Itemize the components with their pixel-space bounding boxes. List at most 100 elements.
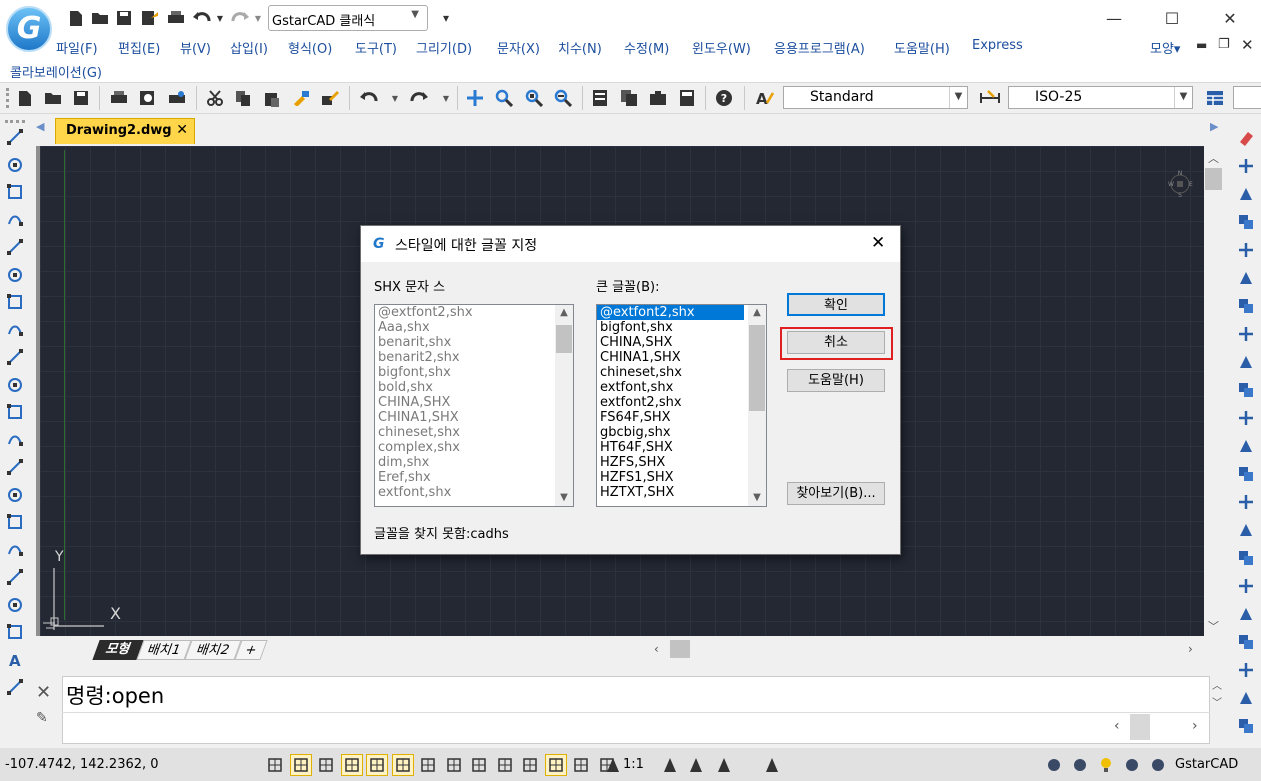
menu-item-10[interactable]: 윈도우(W) <box>692 38 751 57</box>
menu-item-7[interactable]: 문자(X) <box>497 38 540 57</box>
menu-item-9[interactable]: 수정(M) <box>624 38 669 57</box>
properties-icon[interactable] <box>590 88 610 108</box>
annotation-scale[interactable]: 1:1 <box>623 757 644 772</box>
command-scroll-up-icon[interactable]: ︿ <box>1212 677 1222 692</box>
big-font-item[interactable]: HZFS,SHX <box>597 455 766 470</box>
big-font-item[interactable]: extfont,shx <box>597 380 766 395</box>
big-font-list[interactable]: @extfont2,shx bigfont,shx CHINA,SHX CHINA1,… <box>596 304 767 507</box>
shx-font-item[interactable]: dim,shx <box>375 455 573 470</box>
spline-icon[interactable] <box>5 347 25 367</box>
ortho-icon[interactable] <box>315 754 337 776</box>
isolate-objects-icon[interactable] <box>1122 755 1142 775</box>
horizontal-scroll-thumb[interactable] <box>670 640 690 658</box>
lock-ui-icon[interactable] <box>762 755 782 775</box>
ellipse-icon[interactable] <box>5 375 25 395</box>
construction-line-icon[interactable] <box>5 155 25 175</box>
line-icon[interactable] <box>5 127 25 147</box>
draw-order-icon[interactable] <box>1236 604 1256 624</box>
help-icon[interactable]: ? <box>714 88 734 108</box>
save-icon[interactable] <box>71 88 91 108</box>
close-command-icon[interactable]: ✕ <box>36 682 51 703</box>
shx-list-scrollbar[interactable]: ▲ ▼ <box>555 305 573 506</box>
zoom-previous-icon[interactable] <box>553 88 573 108</box>
document-tab[interactable]: Drawing2.dwg ✕ <box>55 118 195 144</box>
app-logo[interactable]: G <box>6 6 52 52</box>
shx-font-item[interactable]: @extfont2,shx <box>375 305 573 320</box>
help-button[interactable]: 도움말(H) <box>787 369 885 392</box>
shx-font-item[interactable]: benarit,shx <box>375 335 573 350</box>
zoom-window-icon[interactable] <box>524 88 544 108</box>
command-customize-icon[interactable]: ✎ <box>36 710 48 726</box>
join-icon[interactable] <box>1236 492 1256 512</box>
hardware-accel-icon[interactable] <box>1096 755 1116 775</box>
settings-gear-icon[interactable] <box>1044 755 1064 775</box>
explode-icon[interactable] <box>1236 576 1256 596</box>
menu-item-4[interactable]: 형식(O) <box>288 38 332 57</box>
shx-font-list[interactable]: @extfont2,shx Aaa,shx benarit,shx benarit2,… <box>374 304 574 507</box>
redo-dropdown-icon[interactable]: ▼ <box>440 88 452 108</box>
cut-icon[interactable] <box>205 88 225 108</box>
big-font-item[interactable]: chineset,shx <box>597 365 766 380</box>
menu-item-12[interactable]: 도움말(H) <box>894 38 950 57</box>
extend-icon[interactable] <box>1236 408 1256 428</box>
redo-icon[interactable] <box>409 88 429 108</box>
break-icon[interactable] <box>1236 464 1256 484</box>
layout-tab[interactable]: 배치1 <box>136 640 192 660</box>
cancel-button[interactable]: 취소 <box>787 331 885 354</box>
ok-button[interactable]: 확인 <box>787 293 885 316</box>
layout-tab-model[interactable]: 모형 <box>92 640 144 660</box>
command-scroll-down-icon[interactable]: ﹀ <box>1212 694 1222 709</box>
menu-item-11[interactable]: 응용프로그램(A) <box>774 38 865 57</box>
scale-icon[interactable] <box>1236 324 1256 344</box>
move-icon[interactable] <box>1236 268 1256 288</box>
undo-icon[interactable] <box>192 8 212 28</box>
dimension-style-icon[interactable] <box>980 88 1000 108</box>
toolbar-grip[interactable] <box>6 88 9 108</box>
save-icon[interactable] <box>114 8 134 28</box>
rectangle-icon[interactable] <box>5 237 25 257</box>
erase-icon[interactable] <box>1236 128 1256 148</box>
undo-dropdown-icon[interactable]: ▼ <box>389 88 401 108</box>
big-list-thumb[interactable] <box>749 325 765 411</box>
trim-icon[interactable] <box>1236 380 1256 400</box>
osnap-icon[interactable] <box>366 754 388 776</box>
ducs-icon[interactable] <box>417 754 439 776</box>
shx-font-item[interactable]: Eref,shx <box>375 470 573 485</box>
make-block-icon[interactable] <box>5 457 25 477</box>
send-under-icon[interactable] <box>1236 716 1256 736</box>
menu-item-3[interactable]: 삽입(I) <box>230 38 268 57</box>
menu-item-0[interactable]: 파일(F) <box>56 38 98 57</box>
match-properties-icon[interactable] <box>291 88 311 108</box>
3d-osnap-icon[interactable] <box>544 754 567 776</box>
doc-close-button[interactable]: ✕ <box>1241 36 1254 54</box>
open-icon[interactable] <box>43 88 63 108</box>
scroll-right-icon[interactable]: › <box>1188 642 1193 656</box>
lock-icon[interactable] <box>1070 755 1090 775</box>
send-back-icon[interactable] <box>1236 660 1256 680</box>
dialog-close-button[interactable]: ✕ <box>871 233 885 253</box>
block-editor-icon[interactable] <box>320 88 340 108</box>
circle-icon[interactable] <box>5 292 25 312</box>
big-font-item[interactable]: HZTXT,SHX <box>597 485 766 500</box>
close-window-button[interactable]: ✕ <box>1200 0 1260 36</box>
lineweight-icon[interactable] <box>468 754 490 776</box>
print-icon[interactable] <box>109 88 129 108</box>
shx-font-item[interactable]: chineset,shx <box>375 425 573 440</box>
text-style-select[interactable]: Standard ▼ <box>783 86 968 109</box>
print-preview-icon[interactable] <box>138 88 158 108</box>
multiline-text-icon[interactable]: A <box>5 650 25 670</box>
ellipse-arc-icon[interactable] <box>5 402 25 422</box>
save-as-icon[interactable] <box>140 8 160 28</box>
publish-icon[interactable] <box>167 88 187 108</box>
shx-list-thumb[interactable] <box>556 325 572 353</box>
browse-button[interactable]: 찾아보기(B)... <box>787 482 885 505</box>
design-center-icon[interactable] <box>619 88 639 108</box>
paste-icon[interactable] <box>262 88 282 108</box>
text-style-icon[interactable]: A <box>755 88 775 108</box>
vertical-scroll-thumb[interactable] <box>1205 168 1222 190</box>
big-font-item[interactable]: gbcbig,shx <box>597 425 766 440</box>
wipeout-icon[interactable] <box>5 595 25 615</box>
auto-scale-icon[interactable] <box>660 755 680 775</box>
command-hscroll-thumb[interactable] <box>1130 714 1150 740</box>
scroll-down-icon[interactable]: ﹀ <box>1208 618 1219 634</box>
